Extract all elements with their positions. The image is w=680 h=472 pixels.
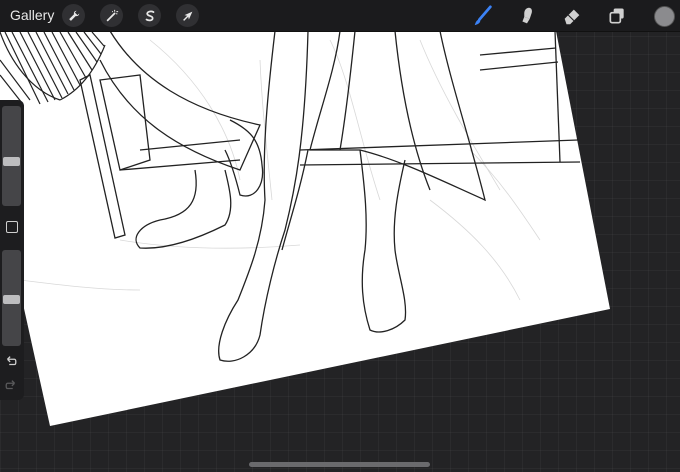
color-picker-button[interactable] — [654, 6, 675, 27]
selection-s-icon — [145, 10, 154, 21]
undo-icon — [7, 356, 17, 366]
eraser-icon — [564, 9, 580, 25]
smudge-button[interactable] — [515, 4, 539, 28]
wrench-icon — [68, 10, 79, 21]
eraser-button[interactable] — [560, 4, 584, 28]
actions-button[interactable] — [62, 4, 85, 27]
drawing-canvas[interactable] — [0, 0, 680, 472]
brush-size-thumb[interactable] — [3, 157, 20, 166]
layers-button[interactable] — [605, 4, 629, 28]
left-sidebar — [0, 100, 24, 400]
redo-icon — [5, 380, 15, 390]
smudge-icon — [522, 7, 532, 24]
arrow-cursor-icon — [182, 11, 192, 21]
brush-size-slider[interactable] — [2, 106, 21, 206]
top-toolbar: Gallery — [0, 0, 680, 32]
opacity-slider[interactable] — [2, 250, 21, 346]
brush-button[interactable] — [471, 4, 495, 28]
adjustments-button[interactable] — [100, 4, 123, 27]
redo-button[interactable] — [4, 378, 20, 394]
layers-icon — [609, 8, 624, 24]
selection-button[interactable] — [138, 4, 161, 27]
modify-button[interactable] — [6, 221, 18, 233]
gallery-button[interactable]: Gallery — [10, 7, 54, 23]
undo-button[interactable] — [4, 354, 20, 370]
opacity-thumb[interactable] — [3, 295, 20, 304]
magic-wand-icon — [106, 9, 118, 21]
transform-button[interactable] — [176, 4, 199, 27]
home-indicator — [249, 462, 430, 467]
brush-icon — [474, 5, 492, 26]
